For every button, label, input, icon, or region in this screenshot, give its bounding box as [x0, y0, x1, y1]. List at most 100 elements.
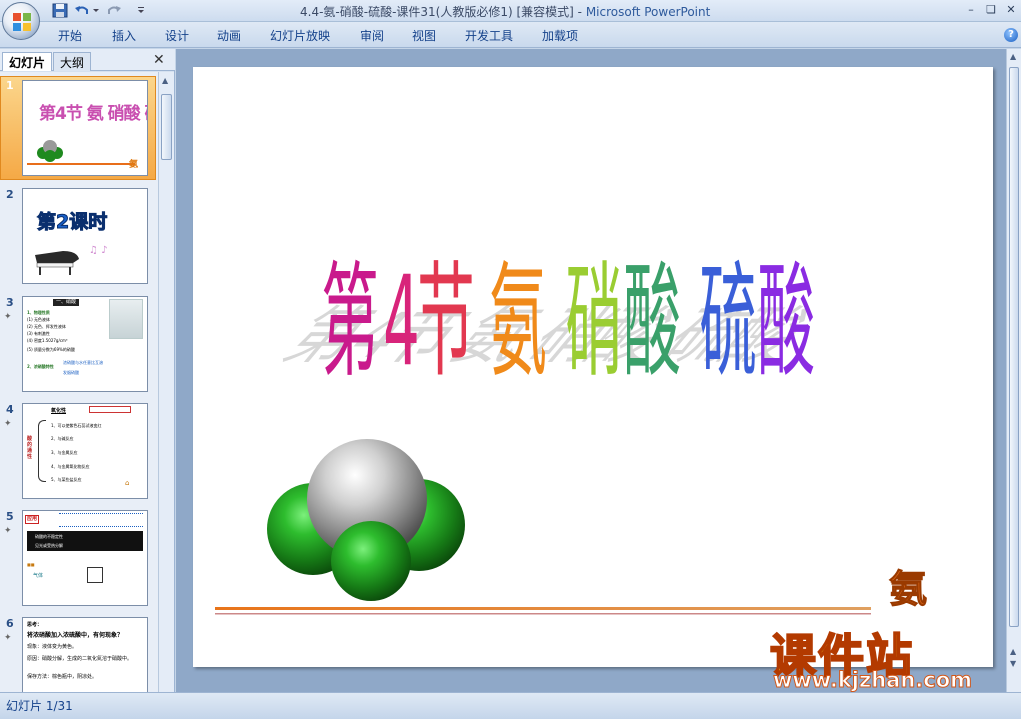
minimize-button[interactable]: – — [962, 2, 980, 18]
slide-thumbnail-row[interactable]: 3 ✦ 一、硝酸 1、物理性质 (1) 无色液体 (2) 无色、挥发性液体 (3… — [0, 296, 158, 396]
close-panel-icon[interactable]: ✕ — [153, 52, 165, 68]
thumb-title: 第4节 氨 硝酸 硫酸 — [39, 104, 147, 124]
thumb-line: (2) 无色、挥发性液体 — [27, 324, 66, 329]
thumb-line: (3) 有刺激性 — [27, 331, 50, 336]
slide-number: 2 — [6, 188, 14, 201]
thumb-line: 思考： — [27, 622, 43, 628]
title-glyph: 节 — [417, 249, 475, 394]
thumb-line: 浓硝酸与水任意比互溶 — [63, 360, 103, 365]
tab-add-ins[interactable]: 加载项 — [542, 27, 578, 44]
slide-thumbnail[interactable]: 应用 硝酸的不稳定性 见光或受热分解 ■■ 气体 — [22, 510, 148, 606]
scrollbar-thumb[interactable] — [1009, 67, 1019, 627]
slide-thumbnail[interactable]: 一、硝酸 1、物理性质 (1) 无色液体 (2) 无色、挥发性液体 (3) 有刺… — [22, 296, 148, 392]
scroll-up-icon[interactable]: ▲ — [162, 76, 168, 85]
tab-outline[interactable]: 大纲 — [53, 52, 92, 71]
tab-slides[interactable]: 幻灯片 — [2, 52, 53, 71]
window-title: 4.4-氨-硝酸-硫酸-课件31(人教版必修1) [兼容模式] - Micros… — [300, 3, 710, 20]
title-bar: 4.4-氨-硝酸-硫酸-课件31(人教版必修1) [兼容模式] - Micros… — [0, 0, 1021, 22]
help-icon[interactable]: ? — [1004, 28, 1018, 42]
thumb-line: 2、浓硝酸特性 — [27, 364, 54, 369]
tab-developer[interactable]: 开发工具 — [465, 27, 513, 44]
slide-thumbnail[interactable]: 第4节 氨 硝酸 硫酸 氨 — [22, 80, 148, 176]
title-glyph: 氨 — [489, 249, 547, 394]
close-window-button[interactable]: ✕ — [1002, 2, 1020, 18]
animation-star-icon: ✦ — [4, 526, 12, 536]
app-name: Microsoft PowerPoint — [585, 5, 711, 19]
slide-divider-line — [215, 607, 871, 610]
slide-thumbnail-row[interactable]: 1 第4节 氨 硝酸 硫酸 氨 — [0, 76, 158, 180]
slide-title: 第 4节氨硝酸硫酸 — [321, 249, 815, 394]
thumb-line: 2、与碱反应 — [51, 436, 74, 441]
thumb-line: 原因：硝酸分解，生成的二氧化氮溶于硝酸中。 — [27, 656, 133, 662]
thumb-text-block — [59, 513, 143, 527]
slide-canvas: 第4节氨硝酸硫酸 第 4节氨硝酸硫酸 氨 — [215, 249, 928, 615]
corner-logo-char: 氨 — [889, 567, 927, 611]
redo-icon[interactable] — [106, 3, 122, 18]
slide-thumbnail-list: 1 第4节 氨 硝酸 硫酸 氨 2 第2课时 ♫ — [0, 72, 158, 692]
slide-thumbnail-row[interactable]: 6 ✦ 思考： 将浓硝酸加入浓硫酸中，有何现象？ 现象：液体变为黄色。 原因：硝… — [0, 617, 158, 692]
office-logo-icon — [13, 13, 31, 31]
current-slide[interactable]: 第4节氨硝酸硫酸 第4节氨硝酸硫酸 氨 — [193, 67, 993, 667]
slide-thumbnail[interactable]: 第2课时 ♫ ♪ — [22, 188, 148, 284]
title-glyph: 硫 — [699, 249, 757, 394]
thumb-line: 1、可以使紫色石蕊试液变红 — [51, 423, 102, 428]
undo-icon[interactable] — [74, 3, 90, 18]
slide-scrollbar[interactable]: ▲ ▲ ▼ — [1006, 49, 1021, 692]
tab-review[interactable]: 审阅 — [360, 27, 384, 44]
customize-quick-access-icon[interactable] — [136, 3, 146, 18]
slide-thumbnail[interactable]: 氧化性 酸的通性 1、可以使紫色石蕊试液变红 2、与碱反应 3、与金属反应 4、… — [22, 403, 148, 499]
slide-number: 4 — [6, 403, 14, 416]
slide-thumbnail-row[interactable]: 5 ✦ 应用 硝酸的不稳定性 见光或受热分解 ■■ 气体 — [0, 510, 158, 610]
slides-panel: 幻灯片 大纲 ✕ 1 第4节 氨 硝酸 硫酸 氨 2 第2课时 — [0, 49, 175, 692]
thumb-line: 3、与金属反应 — [51, 450, 78, 455]
tab-slide-show[interactable]: 幻灯片放映 — [270, 27, 330, 44]
next-slide-icon[interactable]: ▼ — [1010, 659, 1016, 668]
save-icon[interactable] — [52, 3, 68, 18]
slide-number: 1 — [6, 79, 14, 92]
thumb-line: 发烟硝酸 — [63, 370, 79, 375]
restore-button[interactable]: ❏ — [982, 2, 1000, 18]
thumb-line: 现象：液体变为黄色。 — [27, 644, 78, 650]
molecule-thumbnail-icon — [37, 140, 63, 162]
thumb-tag: ■■ — [27, 562, 35, 567]
home-icon: ⌂ — [125, 479, 130, 487]
panel-tab-bar: 幻灯片 大纲 ✕ — [0, 49, 175, 71]
thumb-divider — [27, 163, 135, 165]
slide-thumbnail-row[interactable]: 4 ✦ 氧化性 酸的通性 1、可以使紫色石蕊试液变红 2、与碱反应 3、与金属反… — [0, 403, 158, 503]
piano-icon — [35, 251, 79, 275]
thumb-header: 一、硝酸 — [53, 299, 80, 306]
tab-design[interactable]: 设计 — [165, 27, 189, 44]
tab-home[interactable]: 开始 — [58, 27, 82, 44]
tab-view[interactable]: 视图 — [412, 27, 436, 44]
apparatus-icon — [87, 567, 103, 583]
ammonia-molecule-image — [267, 439, 465, 601]
thumb-line: 将浓硝酸加入浓硫酸中，有何现象？ — [27, 632, 124, 639]
thumb-side-label: 酸的通性 — [27, 436, 33, 460]
thumbnail-scrollbar[interactable]: ▲ — [158, 72, 174, 692]
tab-animations[interactable]: 动画 — [217, 27, 241, 44]
ribbon-tab-bar: 开始 插入 设计 动画 幻灯片放映 审阅 视图 开发工具 加载项 ? — [0, 22, 1021, 48]
slide-thumbnail-row[interactable]: 2 第2课时 ♫ ♪ — [0, 188, 158, 288]
slide-divider-line — [215, 613, 871, 615]
thumb-header: 氧化性 — [51, 408, 67, 414]
scrollbar-thumb[interactable] — [161, 94, 172, 160]
tab-insert[interactable]: 插入 — [112, 27, 136, 44]
previous-slide-icon[interactable]: ▲ — [1010, 647, 1016, 656]
title-glyph: 硝 — [565, 249, 623, 394]
slide-number: 5 — [6, 510, 14, 523]
thumb-line: 保存方法：棕色瓶中，阴凉处。 — [27, 674, 98, 680]
title-glyph: 4 — [383, 249, 420, 394]
title-glyph: 酸 — [757, 249, 815, 394]
thumb-line: 气体 — [33, 573, 44, 579]
slide-thumbnail[interactable]: 思考： 将浓硝酸加入浓硫酸中，有何现象？ 现象：液体变为黄色。 原因：硝酸分解，… — [22, 617, 148, 692]
thumb-header: 应用 — [25, 515, 40, 524]
scroll-up-icon[interactable]: ▲ — [1010, 52, 1016, 61]
thumb-line: (4) 密度1.5027g/cm³ — [27, 338, 68, 343]
animation-star-icon: ✦ — [4, 312, 12, 322]
undo-dropdown-icon[interactable] — [92, 3, 100, 18]
thumb-line: (1) 无色液体 — [27, 317, 50, 322]
office-button[interactable] — [2, 2, 40, 40]
status-bar: 幻灯片 1/31 — [0, 692, 1021, 719]
thumb-line: 1、物理性质 — [27, 310, 50, 315]
animation-star-icon: ✦ — [4, 419, 12, 429]
